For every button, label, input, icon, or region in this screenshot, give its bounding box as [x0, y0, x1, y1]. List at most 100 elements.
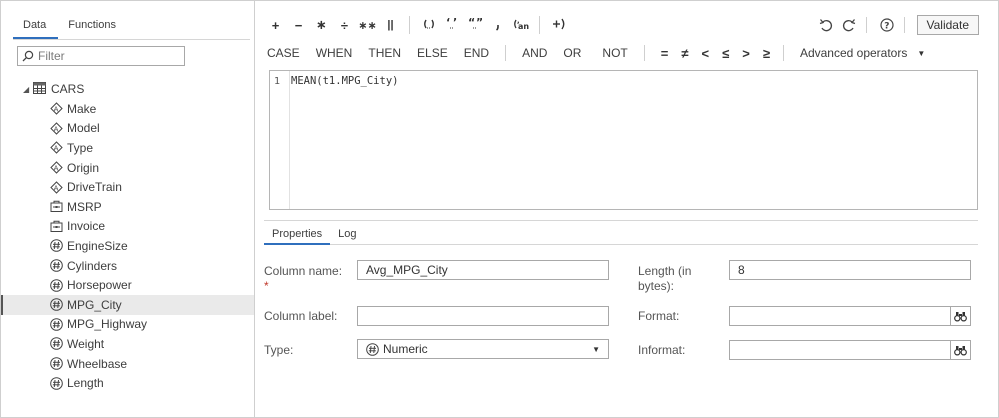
tree-column-wheelbase[interactable]: Wheelbase [1, 354, 254, 374]
tree-column-label: Length [67, 376, 104, 391]
validate-button[interactable]: Validate [916, 15, 979, 35]
tab-data[interactable]: Data [13, 13, 59, 39]
expression-code[interactable]: MEAN(t1.MPG_City) [291, 75, 398, 87]
character-column-icon: A [50, 102, 63, 116]
data-panel: Data Functions ◢ CARS AMakeAModelATypeAO… [1, 1, 255, 417]
tree-column-make[interactable]: A Make [1, 99, 254, 119]
table-icon [33, 81, 46, 97]
tree-column-weight[interactable]: Weight [1, 334, 254, 354]
format-field[interactable] [729, 306, 971, 326]
numeric-column-icon [50, 259, 63, 272]
expression-editor[interactable]: 1 MEAN(t1.MPG_City) [269, 70, 978, 210]
tab-log[interactable]: Log [330, 221, 364, 245]
tree-column-length[interactable]: Length [1, 373, 254, 393]
expression-builder: + − ∗ ÷ ∗∗ || ‘’ “” an, [256, 1, 998, 417]
advanced-operators-dropdown[interactable]: Advanced operators ▼ [800, 46, 925, 60]
parentheses-icon[interactable] [417, 17, 440, 34]
binoculars-icon[interactable] [950, 307, 970, 325]
type-select[interactable]: Numeric ▼ [357, 339, 609, 359]
not-equals-operator-button[interactable]: ≠ [681, 46, 688, 61]
equals-operator-button[interactable]: = [661, 46, 669, 61]
or-operator-button[interactable]: OR [563, 46, 581, 60]
help-icon[interactable]: ? [877, 15, 897, 35]
tree-column-type[interactable]: A Type [1, 138, 254, 158]
tree-column-label: Invoice [67, 219, 106, 234]
divide-operator-button[interactable]: ÷ [333, 18, 356, 33]
minus-operator-button[interactable]: − [287, 18, 310, 33]
character-column-icon: A [50, 180, 63, 194]
tree-column-model[interactable]: A Model [1, 119, 254, 139]
tab-functions[interactable]: Functions [58, 13, 128, 39]
tree-table-node[interactable]: ◢ CARS [1, 79, 254, 99]
tree-column-invoice[interactable]: Invoice [1, 217, 254, 237]
add-parenthesis-icon[interactable] [547, 17, 570, 34]
then-keyword-button[interactable]: THEN [368, 46, 401, 60]
column-label-input[interactable] [358, 307, 608, 325]
multiply-operator-button[interactable]: ∗ [310, 17, 333, 33]
svg-text:A: A [54, 145, 59, 153]
tree-column-horsepower[interactable]: Horsepower [1, 275, 254, 295]
numeric-column-icon [50, 239, 63, 253]
tree-column-msrp[interactable]: MSRP [1, 197, 254, 217]
svg-text:an: an [518, 22, 529, 31]
svg-text:A: A [54, 164, 59, 172]
not-operator-button[interactable]: NOT [602, 46, 627, 60]
tree-column-enginesize[interactable]: EngineSize [1, 236, 254, 256]
tree-column-drivetrain[interactable]: A DriveTrain [1, 177, 254, 197]
format-input[interactable] [730, 307, 950, 325]
concat-operator-button[interactable]: || [379, 19, 402, 31]
tab-properties[interactable]: Properties [264, 221, 331, 245]
greater-equal-operator-button[interactable]: ≥ [763, 46, 770, 61]
column-label-field[interactable] [357, 306, 609, 326]
end-keyword-button[interactable]: END [464, 46, 489, 60]
filter-input[interactable] [38, 49, 178, 63]
editor-actions: ? Validate [813, 15, 979, 35]
numeric-column-icon [50, 376, 63, 390]
undo-icon[interactable] [816, 15, 836, 35]
column-name-label-text: Column name: [264, 264, 343, 278]
numeric-column-icon [50, 357, 63, 370]
informat-field[interactable] [729, 340, 971, 360]
character-column-icon: A [50, 141, 63, 155]
numeric-icon [366, 342, 379, 356]
length-field[interactable] [729, 260, 971, 280]
when-keyword-button[interactable]: WHEN [316, 46, 353, 60]
greater-than-operator-button[interactable]: > [742, 46, 750, 61]
case-keyword-button[interactable]: CASE [267, 46, 300, 60]
comma-icon[interactable] [486, 17, 509, 34]
caret-expanded-icon[interactable]: ◢ [23, 85, 31, 94]
dropdown-triangle-icon: ▼ [917, 48, 926, 58]
double-quotes-icon[interactable]: “” [463, 16, 486, 34]
plus-operator-button[interactable]: + [264, 18, 287, 33]
and-operator-button[interactable]: AND [522, 46, 547, 60]
svg-text:“: “ [468, 17, 475, 29]
length-input[interactable] [730, 261, 970, 279]
tree-column-mpg-highway[interactable]: MPG_Highway [1, 315, 254, 335]
tree-column-label: DriveTrain [67, 180, 122, 195]
toolbar-separator [782, 45, 784, 61]
column-tree: ◢ CARS A Make A Model A Type A Origin A DriveTrai… [1, 79, 254, 393]
redo-icon[interactable] [839, 15, 859, 35]
column-name-field[interactable] [357, 260, 609, 280]
tree-column-label: MPG_Highway [67, 317, 148, 332]
power-operator-button[interactable]: ∗∗ [356, 19, 379, 32]
filter-box[interactable] [17, 46, 185, 66]
advanced-operators-label: Advanced operators [799, 46, 908, 60]
tree-column-mpg-city[interactable]: MPG_City [1, 294, 254, 315]
binoculars-icon[interactable] [950, 341, 970, 359]
column-name-input[interactable] [358, 261, 608, 279]
informat-input[interactable] [730, 341, 950, 359]
table-name: CARS [51, 82, 85, 96]
type-select-value: Numeric [383, 342, 428, 356]
svg-text:?: ? [884, 22, 889, 32]
currency-column-icon [50, 220, 63, 233]
insert-argument-icon[interactable]: an, [509, 17, 532, 34]
less-equal-operator-button[interactable]: ≤ [722, 46, 729, 61]
single-quotes-icon[interactable]: ‘’ [440, 16, 463, 34]
else-keyword-button[interactable]: ELSE [417, 46, 448, 60]
tree-column-cylinders[interactable]: Cylinders [1, 256, 254, 276]
tree-column-origin[interactable]: A Origin [1, 158, 254, 178]
svg-text:”: ” [476, 17, 482, 29]
less-than-operator-button[interactable]: < [701, 46, 709, 61]
svg-text:A: A [54, 184, 59, 192]
